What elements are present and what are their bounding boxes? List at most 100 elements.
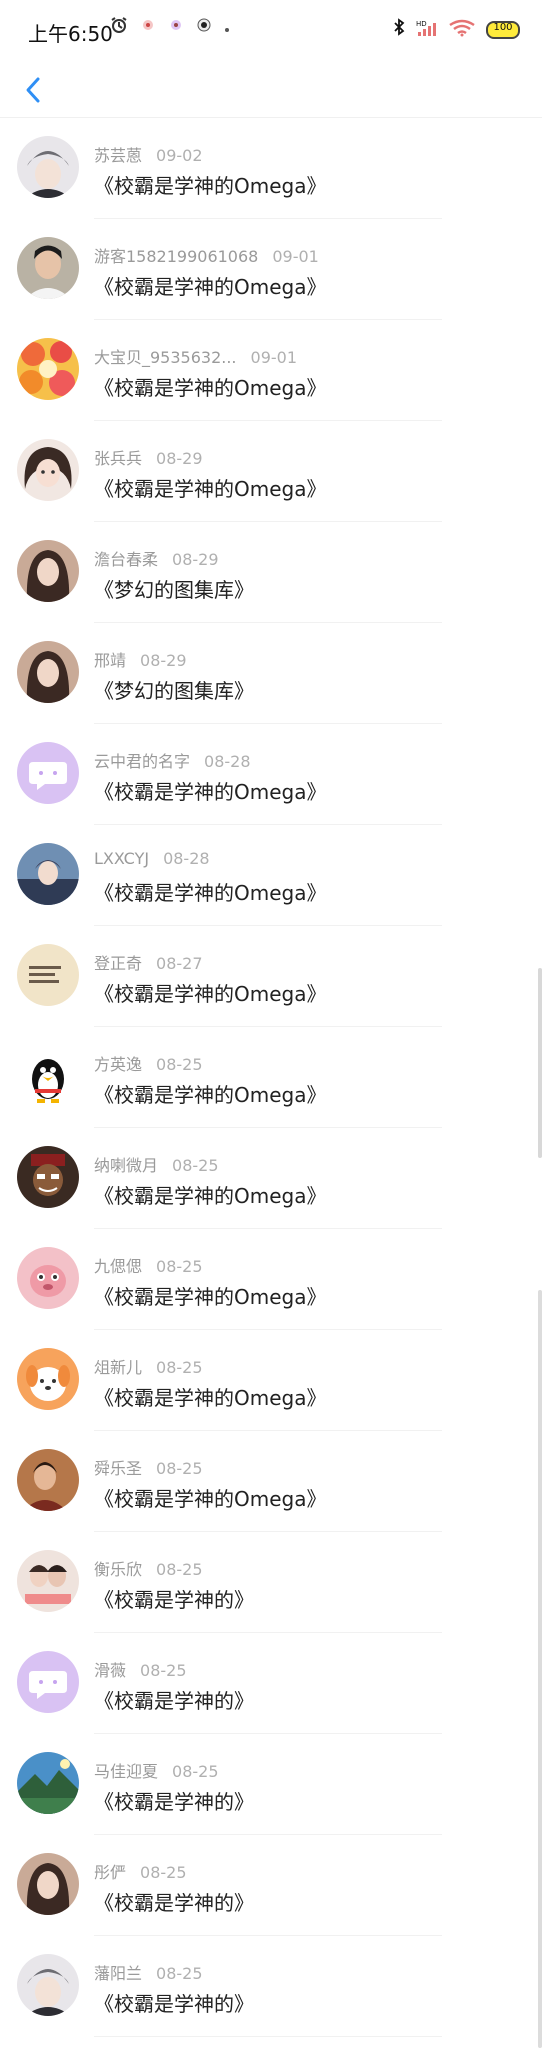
read-date: 08-25 — [156, 1560, 203, 1579]
reader-name-line: 方英逸 08-25 — [94, 1051, 203, 1075]
list-item[interactable]: 苏芸蒽 09-02 《校霸是学神的Omega》 — [0, 118, 542, 219]
book-title[interactable]: 《校霸是学神的Omega》 — [94, 1180, 326, 1209]
avatar[interactable] — [17, 540, 79, 602]
scrollbar[interactable] — [538, 968, 542, 1158]
read-date: 09-01 — [250, 348, 298, 367]
reader-name-line: 滑薇 08-25 — [94, 1657, 187, 1681]
list-item[interactable]: 舜乐圣 08-25 《校霸是学神的Omega》 — [0, 1431, 542, 1532]
book-title[interactable]: 《校霸是学神的》 — [94, 1584, 254, 1613]
list-item[interactable]: 藩阳兰 08-25 《校霸是学神的》 — [0, 1936, 542, 2037]
book-title[interactable]: 《校霸是学神的》 — [94, 1685, 254, 1714]
list-item[interactable]: 彤俨 08-25 《校霸是学神的》 — [0, 1835, 542, 1936]
avatar[interactable] — [17, 439, 79, 501]
read-date: 08-29 — [172, 550, 219, 569]
book-title[interactable]: 《校霸是学神的Omega》 — [94, 1281, 326, 1310]
reader-name: 云中君的名字 — [94, 752, 191, 771]
avatar[interactable] — [17, 1348, 79, 1410]
book-title[interactable]: 《梦幻的图集库》 — [94, 675, 254, 704]
reader-name: 游客1582199061068 — [94, 247, 259, 266]
status-time: 上午6:50 — [28, 22, 113, 46]
list-item[interactable]: LXXCYJ 08-28 《校霸是学神的Omega》 — [0, 825, 542, 926]
app-icon — [168, 17, 184, 37]
avatar[interactable] — [17, 944, 79, 1006]
avatar[interactable] — [17, 1651, 79, 1713]
list-item[interactable]: 张兵兵 08-29 《校霸是学神的Omega》 — [0, 421, 542, 522]
top-navigation-bar — [0, 62, 542, 118]
book-title[interactable]: 《校霸是学神的》 — [94, 1988, 254, 2017]
reader-name: 方英逸 — [94, 1055, 143, 1074]
reader-name-line: 邢靖 08-29 — [94, 647, 187, 671]
avatar[interactable] — [17, 843, 79, 905]
book-title[interactable]: 《校霸是学神的》 — [94, 1786, 254, 1815]
read-date: 08-25 — [140, 1863, 187, 1882]
app-icon — [196, 17, 212, 37]
book-title[interactable]: 《校霸是学神的Omega》 — [94, 473, 326, 502]
list-item[interactable]: 衡乐欣 08-25 《校霸是学神的》 — [0, 1532, 542, 1633]
reader-name-line: 纳喇微月 08-25 — [94, 1152, 219, 1176]
book-title[interactable]: 《校霸是学神的Omega》 — [94, 372, 326, 401]
book-title[interactable]: 《校霸是学神的》 — [94, 1887, 254, 1916]
book-title[interactable]: 《校霸是学神的Omega》 — [94, 271, 326, 300]
book-title[interactable]: 《校霸是学神的Omega》 — [94, 978, 326, 1007]
reader-name: 澹台春柔 — [94, 550, 159, 569]
book-title[interactable]: 《校霸是学神的Omega》 — [94, 776, 326, 805]
avatar[interactable] — [17, 1752, 79, 1814]
reader-name-line: 游客1582199061068 09-01 — [94, 243, 319, 267]
status-system-icons: HD 100 — [392, 18, 520, 41]
book-title[interactable]: 《校霸是学神的Omega》 — [94, 1483, 326, 1512]
read-date: 08-29 — [156, 449, 203, 468]
avatar[interactable] — [17, 742, 79, 804]
avatar[interactable] — [17, 338, 79, 400]
back-button[interactable] — [16, 72, 52, 108]
avatar[interactable] — [17, 1146, 79, 1208]
book-title[interactable]: 《梦幻的图集库》 — [94, 574, 254, 603]
list-item[interactable]: 云中君的名字 08-28 《校霸是学神的Omega》 — [0, 724, 542, 825]
divider — [94, 2036, 442, 2037]
reader-name: 滑薇 — [94, 1661, 127, 1680]
book-title[interactable]: 《校霸是学神的Omega》 — [94, 1079, 326, 1108]
avatar[interactable] — [17, 1449, 79, 1511]
wifi-icon — [448, 19, 476, 41]
book-title[interactable]: 《校霸是学神的Omega》 — [94, 1382, 326, 1411]
reader-name: 马佳迎夏 — [94, 1762, 159, 1781]
reader-name-line: 马佳迎夏 08-25 — [94, 1758, 219, 1782]
avatar[interactable] — [17, 1954, 79, 2016]
reader-name-line: 澹台春柔 08-29 — [94, 546, 219, 570]
list-item[interactable]: 澹台春柔 08-29 《梦幻的图集库》 — [0, 522, 542, 623]
avatar[interactable] — [17, 1550, 79, 1612]
list-item[interactable]: 游客1582199061068 09-01 《校霸是学神的Omega》 — [0, 219, 542, 320]
reader-name-line: 舜乐圣 08-25 — [94, 1455, 203, 1479]
read-date: 08-28 — [204, 752, 251, 771]
reader-list: 苏芸蒽 09-02 《校霸是学神的Omega》 游客1582199061068 09-0… — [0, 118, 542, 2037]
list-item[interactable]: 大宝贝_9535632... 09-01 《校霸是学神的Omega》 — [0, 320, 542, 421]
list-item[interactable]: 邢靖 08-29 《梦幻的图集库》 — [0, 623, 542, 724]
list-item[interactable]: 方英逸 08-25 《校霸是学神的Omega》 — [0, 1027, 542, 1128]
avatar[interactable] — [17, 641, 79, 703]
avatar[interactable] — [17, 1045, 79, 1107]
avatar[interactable] — [17, 1853, 79, 1915]
avatar[interactable] — [17, 237, 79, 299]
list-item[interactable]: 九偲偲 08-25 《校霸是学神的Omega》 — [0, 1229, 542, 1330]
avatar[interactable] — [17, 1247, 79, 1309]
reader-name: 纳喇微月 — [94, 1156, 159, 1175]
reader-name: 登正奇 — [94, 954, 143, 973]
svg-text:HD: HD — [416, 20, 427, 28]
list-item[interactable]: 马佳迎夏 08-25 《校霸是学神的》 — [0, 1734, 542, 1835]
scrollbar-track[interactable] — [538, 1290, 542, 2048]
read-date: 08-25 — [172, 1156, 219, 1175]
reader-name-line: 苏芸蒽 09-02 — [94, 142, 203, 166]
book-title[interactable]: 《校霸是学神的Omega》 — [94, 170, 326, 199]
book-title[interactable]: 《校霸是学神的Omega》 — [94, 877, 326, 906]
reader-name-line: 俎新儿 08-25 — [94, 1354, 203, 1378]
reader-name-line: LXXCYJ 08-28 — [94, 849, 210, 868]
status-notification-icons — [110, 16, 230, 38]
list-item[interactable]: 登正奇 08-27 《校霸是学神的Omega》 — [0, 926, 542, 1027]
list-item[interactable]: 俎新儿 08-25 《校霸是学神的Omega》 — [0, 1330, 542, 1431]
list-item[interactable]: 滑薇 08-25 《校霸是学神的》 — [0, 1633, 542, 1734]
avatar[interactable] — [17, 136, 79, 198]
reader-name: 邢靖 — [94, 651, 127, 670]
read-date: 08-25 — [156, 1358, 203, 1377]
list-item[interactable]: 纳喇微月 08-25 《校霸是学神的Omega》 — [0, 1128, 542, 1229]
battery-level: 100 — [493, 21, 513, 33]
status-bar: 上午6:50 HD 100 — [0, 0, 542, 62]
